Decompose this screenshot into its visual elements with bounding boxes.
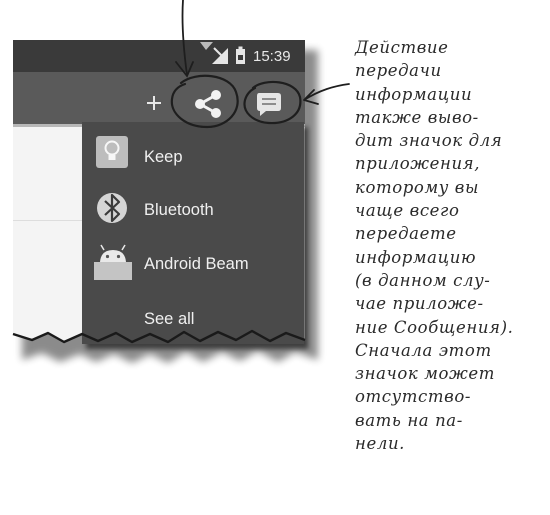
share-menu-item-keep[interactable]: Keep [144, 148, 183, 167]
annotation-line: также выво- [355, 107, 479, 127]
annotation-line: Сначала этот [355, 340, 492, 360]
annotation-line: которому вы [355, 177, 480, 197]
annotation-line: чае приложе- [355, 294, 484, 314]
annotation-line: информацию [355, 247, 477, 267]
annotation-line: передачи [355, 61, 442, 81]
annotation-line: информации [355, 84, 473, 104]
annotation-line: отсутство- [355, 387, 472, 407]
keep-icon [96, 136, 128, 168]
bluetooth-icon [97, 193, 127, 223]
annotation-line: Действие [355, 38, 449, 57]
annotation-line: дит значок для [355, 131, 503, 151]
annotation-line: значок может [355, 364, 495, 384]
status-time: 15:39 [253, 48, 291, 65]
annotation-line: вать на па- [355, 410, 463, 430]
share-menu-item-bluetooth[interactable]: Bluetooth [144, 201, 214, 220]
annotation-line: передаете [355, 224, 457, 244]
annotation-line: приложения, [355, 154, 481, 174]
share-menu-item-android-beam[interactable]: Android Beam [144, 255, 249, 274]
annotation-line: ние Сообщения). [355, 317, 514, 337]
annotation-line: нели. [355, 434, 406, 454]
battery-icon [236, 46, 245, 64]
annotation-line: (в данном слу- [355, 270, 491, 290]
share-menu-see-all[interactable]: See all [144, 310, 194, 329]
annotation-text: Действие передачи информации также выво-… [355, 36, 550, 455]
annotation-line: чаще всего [355, 201, 460, 221]
